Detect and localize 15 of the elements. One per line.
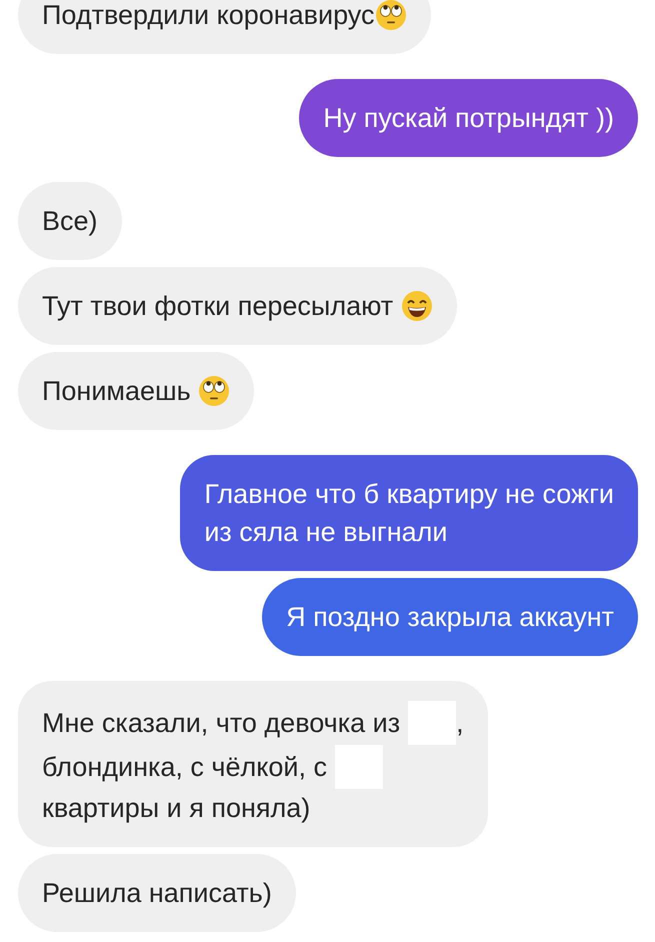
message-text: Главное что б квартиру не сожги из сяла не выгнали	[204, 478, 614, 549]
message-text: Все)	[42, 205, 98, 238]
message-text: блондинка, с чёлкой, с	[42, 751, 327, 784]
rolling-eyes-emoji-icon	[374, 0, 407, 31]
message-text: Тут твои фотки пересылают	[42, 290, 394, 323]
rolling-eyes-emoji-icon	[198, 375, 230, 407]
message-text: Мне сказали, что девочка из	[42, 707, 400, 740]
message-text: квартиры и я поняла)	[42, 792, 310, 825]
message-text: ,	[456, 707, 464, 740]
message-text: Ну пускай потрындят ))	[323, 102, 614, 135]
message-text: Понимаешь	[42, 375, 192, 408]
message-text: Подтвердили коронавирус	[42, 0, 375, 32]
message-text: Решила написать)	[42, 877, 272, 910]
message-text: Я поздно закрыла аккаунт	[286, 601, 614, 634]
grinning-emoji-icon	[400, 290, 433, 322]
